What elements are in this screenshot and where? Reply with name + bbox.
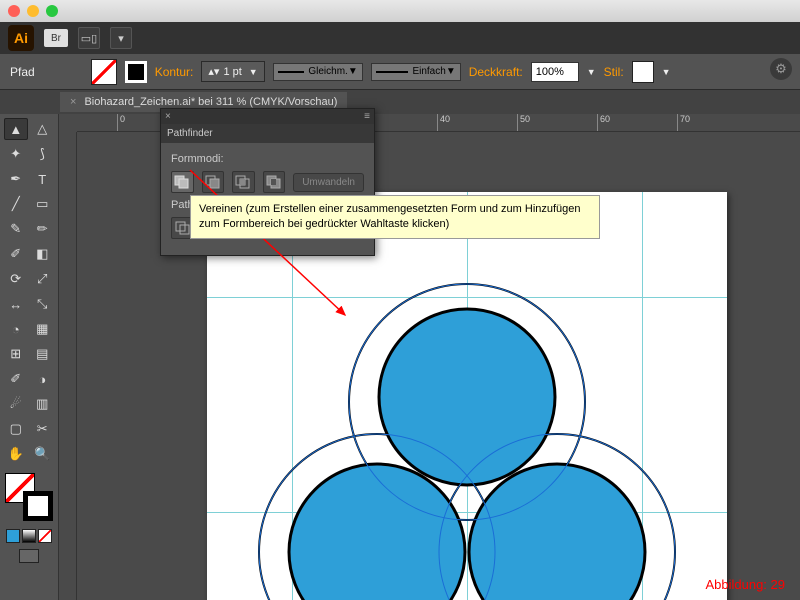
paintbrush-tool[interactable]: ✎ bbox=[4, 218, 28, 240]
color-mode-solid[interactable] bbox=[6, 529, 20, 543]
selection-type-label: Pfad bbox=[10, 65, 35, 79]
direct-selection-tool[interactable]: △ bbox=[31, 118, 54, 140]
rotate-tool[interactable]: ⟳ bbox=[4, 268, 28, 290]
width-profile-label: Gleichm. bbox=[308, 66, 347, 77]
arrow-down-icon[interactable]: ▾ bbox=[110, 27, 132, 49]
toolbar: ▲△ ✦⟆ ✒T ╱▭ ✎✏ ✐◧ ⟳⤢ ↔⤡ ◔▦ ⊞▤ ✐◑ ☄▥ ▢✂ ✋… bbox=[0, 114, 59, 600]
color-mode-row bbox=[4, 529, 54, 543]
graph-tool[interactable]: ▥ bbox=[31, 393, 55, 415]
zoom-tool[interactable]: 🔍 bbox=[31, 443, 55, 465]
blob-brush-tool[interactable]: ✐ bbox=[4, 243, 28, 265]
stroke-weight-value: 1 pt bbox=[223, 66, 241, 78]
color-mode-none[interactable] bbox=[38, 529, 52, 543]
maximize-window-icon[interactable] bbox=[46, 5, 58, 17]
app-bar: Ai Br ▭▯ ▾ bbox=[0, 22, 800, 54]
style-swatch[interactable] bbox=[632, 61, 654, 83]
opacity-label: Deckkraft: bbox=[469, 65, 523, 79]
hand-tool[interactable]: ✋ bbox=[4, 443, 28, 465]
lasso-tool[interactable]: ⟆ bbox=[31, 143, 55, 165]
slice-tool[interactable]: ✂ bbox=[31, 418, 55, 440]
arrange-icon[interactable]: ▭▯ bbox=[78, 27, 100, 49]
stroke-swatch[interactable] bbox=[125, 61, 147, 83]
width-profile-dropdown[interactable]: Gleichm.▼ bbox=[273, 63, 363, 81]
magic-wand-tool[interactable]: ✦ bbox=[4, 143, 28, 165]
eyedropper-tool[interactable]: ✐ bbox=[4, 368, 28, 390]
width-tool[interactable]: ↔ bbox=[4, 293, 28, 315]
screen-mode-button[interactable] bbox=[19, 549, 39, 563]
illustrator-app-icon[interactable]: Ai bbox=[8, 25, 34, 51]
fill-swatch[interactable] bbox=[91, 59, 117, 85]
document-title: Biohazard_Zeichen.ai* bei 311 % (CMYK/Vo… bbox=[84, 96, 337, 108]
close-window-icon[interactable] bbox=[8, 5, 20, 17]
gradient-tool[interactable]: ▤ bbox=[31, 343, 55, 365]
control-bar: Pfad Kontur: ▴▾1 pt▼ Gleichm.▼ Einfach▼ … bbox=[0, 54, 800, 90]
free-transform-tool[interactable]: ⤡ bbox=[31, 293, 55, 315]
pencil-tool[interactable]: ✏ bbox=[31, 218, 55, 240]
eraser-tool[interactable]: ◧ bbox=[31, 243, 55, 265]
stroke-label: Kontur: bbox=[155, 65, 194, 79]
selection-tool[interactable]: ▲ bbox=[4, 118, 28, 140]
symbol-sprayer-tool[interactable]: ☄ bbox=[4, 393, 28, 415]
line-tool[interactable]: ╱ bbox=[4, 193, 28, 215]
opacity-input[interactable] bbox=[531, 62, 579, 82]
scale-tool[interactable]: ⤢ bbox=[31, 268, 55, 290]
tooltip: Vereinen (zum Erstellen einer zusammenge… bbox=[190, 195, 600, 239]
mesh-tool[interactable]: ⊞ bbox=[4, 343, 28, 365]
minimize-window-icon[interactable] bbox=[27, 5, 39, 17]
panel-title-bar[interactable]: Pathfinder bbox=[161, 124, 374, 143]
stroke-color-swatch[interactable] bbox=[23, 491, 53, 521]
minus-front-button[interactable] bbox=[202, 171, 225, 193]
panel-title: Pathfinder bbox=[167, 128, 213, 139]
intersect-button[interactable] bbox=[232, 171, 255, 193]
style-label: Stil: bbox=[604, 65, 624, 79]
artboard-tool[interactable]: ▢ bbox=[4, 418, 28, 440]
type-tool[interactable]: T bbox=[31, 168, 55, 190]
shape-modes-label: Formmodi: bbox=[171, 153, 364, 165]
unite-button[interactable] bbox=[171, 171, 194, 193]
panel-menu-icon[interactable]: ≡ bbox=[364, 111, 370, 122]
close-tab-icon[interactable]: × bbox=[70, 96, 76, 108]
fill-stroke-control[interactable] bbox=[5, 473, 53, 521]
ruler-tick: 40 bbox=[437, 114, 450, 131]
perspective-tool[interactable]: ▦ bbox=[31, 318, 55, 340]
window-titlebar bbox=[0, 0, 800, 22]
rectangle-tool[interactable]: ▭ bbox=[31, 193, 55, 215]
brush-dropdown[interactable]: Einfach▼ bbox=[371, 63, 461, 81]
pen-tool[interactable]: ✒ bbox=[4, 168, 28, 190]
vertical-ruler[interactable] bbox=[59, 132, 77, 600]
gear-icon[interactable]: ⚙ bbox=[770, 58, 792, 80]
window-controls bbox=[8, 5, 58, 17]
color-mode-gradient[interactable] bbox=[22, 529, 36, 543]
blend-tool[interactable]: ◑ bbox=[31, 368, 55, 390]
ruler-tick: 50 bbox=[517, 114, 530, 131]
exclude-button[interactable] bbox=[263, 171, 286, 193]
stroke-weight-input[interactable]: ▴▾1 pt▼ bbox=[201, 61, 264, 82]
close-panel-icon[interactable]: × bbox=[165, 111, 171, 122]
shape-builder-tool[interactable]: ◔ bbox=[4, 318, 28, 340]
figure-caption: Abbildung: 29 bbox=[705, 577, 785, 592]
ruler-tick: 70 bbox=[677, 114, 690, 131]
brush-label: Einfach bbox=[412, 66, 445, 77]
bridge-app-icon[interactable]: Br bbox=[44, 29, 68, 47]
document-tab-bar: × Biohazard_Zeichen.ai* bei 311 % (CMYK/… bbox=[0, 90, 800, 114]
expand-button[interactable]: Umwandeln bbox=[293, 173, 364, 192]
ruler-tick: 0 bbox=[117, 114, 125, 131]
ruler-tick: 60 bbox=[597, 114, 610, 131]
